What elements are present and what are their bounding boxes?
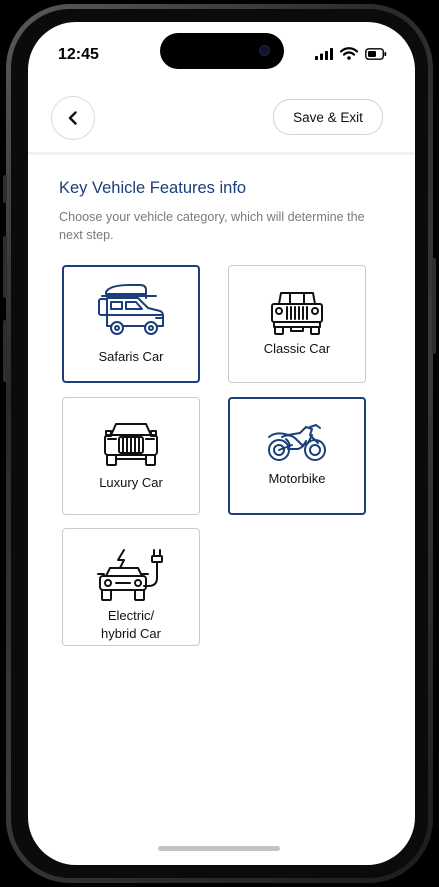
app-screen: 12:45 Save & Exit Key Vehicle Features i… [28, 22, 415, 865]
category-card-safaris-car[interactable]: Safaris Car [62, 265, 200, 383]
volume-up-button [3, 236, 7, 298]
wifi-icon [340, 47, 358, 60]
volume-down-button [3, 320, 7, 382]
mute-switch [3, 175, 7, 203]
category-label: Electric/ hybrid Car [63, 607, 199, 643]
app-header: Save & Exit [28, 82, 415, 155]
safari-car-icon [98, 284, 164, 335]
electric-car-icon [97, 549, 163, 601]
back-button[interactable] [51, 96, 95, 140]
status-time: 12:45 [58, 46, 99, 63]
cellular-signal-icon [315, 47, 333, 60]
save-exit-button[interactable]: Save & Exit [273, 99, 383, 135]
classic-car-icon [271, 292, 323, 335]
category-card-motorbike[interactable]: Motorbike [228, 397, 366, 515]
category-label: Safaris Car [98, 349, 164, 364]
luxury-car-icon [104, 423, 158, 466]
camera-icon [259, 45, 270, 56]
dynamic-island [160, 33, 284, 69]
power-button [432, 258, 436, 354]
category-label: Motorbike [268, 471, 326, 486]
category-card-luxury-car[interactable]: Luxury Car [62, 397, 200, 515]
category-label: Classic Car [263, 341, 331, 356]
battery-icon [365, 47, 387, 60]
category-label-line: hybrid Car [101, 626, 161, 641]
category-card-classic-car[interactable]: Classic Car [228, 265, 366, 383]
category-card-electric-hybrid-car[interactable]: Electric/ hybrid Car [62, 528, 200, 646]
page-title: Key Vehicle Features info [59, 179, 247, 197]
motorbike-icon [268, 424, 326, 461]
category-label-line: Electric/ [107, 608, 155, 623]
chevron-left-icon [68, 111, 77, 125]
status-icons [315, 47, 387, 60]
home-indicator[interactable] [158, 846, 280, 851]
page-subtitle: Choose your vehicle category, which will… [59, 210, 365, 242]
category-label: Luxury Car [99, 475, 163, 490]
